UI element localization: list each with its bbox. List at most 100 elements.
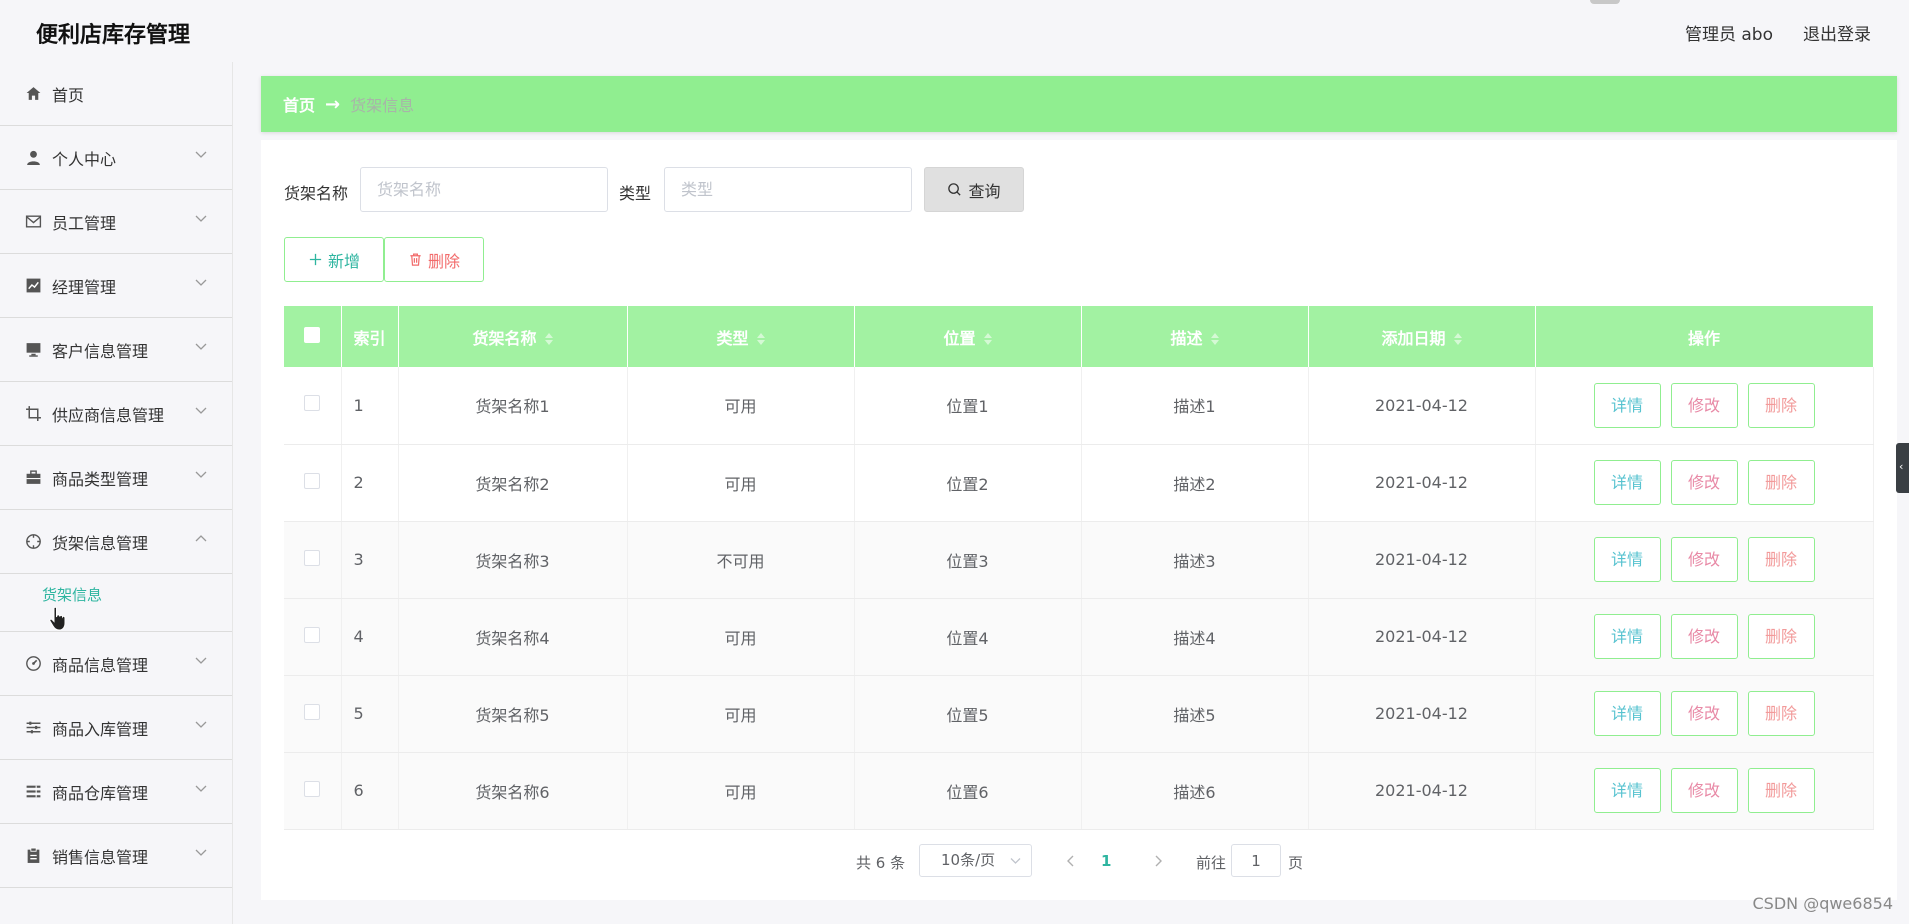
- sidebar-item-label: 客户信息管理: [52, 341, 149, 361]
- select-all-cell: [284, 306, 342, 367]
- cell-location: 位置4: [854, 598, 1082, 676]
- cell-index: 6: [341, 752, 399, 830]
- cell-name: 货架名称5: [398, 675, 628, 753]
- edit-button[interactable]: 修改: [1670, 614, 1738, 659]
- edit-button[interactable]: 修改: [1670, 537, 1738, 582]
- detail-button[interactable]: 详情: [1593, 768, 1661, 813]
- row-delete-button[interactable]: 删除: [1747, 768, 1815, 813]
- cell-index: 5: [341, 675, 399, 753]
- table-row: 5 货架名称5 可用 位置5 描述5 2021-04-12 详情 修改 删除: [284, 675, 1874, 753]
- cell-type: 可用: [627, 367, 855, 445]
- sort-icon: [544, 333, 553, 345]
- sidebar-item-shelves[interactable]: 货架信息管理: [0, 510, 232, 574]
- table-header-row: 索引 货架名称 类型 位置 描述 添加日期 操作: [284, 306, 1874, 367]
- row-checkbox[interactable]: [304, 703, 321, 720]
- edit-button[interactable]: 修改: [1670, 768, 1738, 813]
- goto-page-input[interactable]: [1231, 844, 1281, 877]
- row-checkbox[interactable]: [304, 780, 321, 797]
- goto-label: 前往: [1196, 854, 1227, 872]
- chevron-down-icon: [195, 279, 207, 286]
- sidebar-item-profile[interactable]: 个人中心: [0, 126, 232, 190]
- chevron-down-icon: [195, 471, 207, 478]
- edit-button[interactable]: 修改: [1670, 460, 1738, 505]
- sidebar-item-sales[interactable]: 销售信息管理: [0, 824, 232, 888]
- top-bar: 便利店库存管理 管理员 abo 退出登录: [0, 0, 1909, 62]
- row-delete-button[interactable]: 删除: [1747, 614, 1815, 659]
- column-header-date[interactable]: 添加日期: [1308, 306, 1536, 367]
- sidebar-item-customers[interactable]: 客户信息管理: [0, 318, 232, 382]
- breadcrumb-home-link[interactable]: 首页: [283, 92, 315, 116]
- row-checkbox[interactable]: [304, 395, 321, 412]
- column-header-desc[interactable]: 描述: [1081, 306, 1309, 367]
- edit-button[interactable]: 修改: [1670, 691, 1738, 736]
- cell-actions: 详情 修改 删除: [1535, 598, 1874, 676]
- row-checkbox[interactable]: [304, 626, 321, 643]
- sidebar-item-home[interactable]: 首页: [0, 62, 232, 126]
- row-delete-button[interactable]: 删除: [1747, 691, 1815, 736]
- detail-button[interactable]: 详情: [1593, 382, 1661, 428]
- row-checkbox[interactable]: [304, 549, 321, 566]
- cell-desc: 描述3: [1081, 521, 1309, 599]
- prev-page-icon[interactable]: [1063, 851, 1079, 871]
- cell-location: 位置1: [854, 367, 1082, 445]
- type-input[interactable]: [664, 167, 912, 212]
- cell-location: 位置5: [854, 675, 1082, 753]
- cell-index: 3: [341, 521, 399, 599]
- detail-button[interactable]: 详情: [1593, 614, 1661, 659]
- chart-icon: [24, 277, 42, 295]
- cell-date: 2021-04-12: [1308, 367, 1536, 445]
- cell-desc: 描述4: [1081, 598, 1309, 676]
- column-header-type[interactable]: 类型: [627, 306, 855, 367]
- detail-button[interactable]: 详情: [1593, 537, 1661, 582]
- sidebar-item-warehouse[interactable]: 商品仓库管理: [0, 760, 232, 824]
- sort-icon: [1210, 333, 1219, 345]
- batch-delete-button[interactable]: 删除: [384, 237, 484, 282]
- cell-name: 货架名称3: [398, 521, 628, 599]
- column-header-label: 描述: [1170, 328, 1203, 348]
- row-delete-button[interactable]: 删除: [1747, 460, 1815, 505]
- row-select-cell: [284, 521, 342, 599]
- query-button[interactable]: 查询: [924, 167, 1024, 212]
- column-header-location[interactable]: 位置: [854, 306, 1082, 367]
- page-size-value: 10条/页: [941, 851, 996, 869]
- chevron-down-icon: [195, 721, 207, 728]
- detail-button[interactable]: 详情: [1593, 460, 1661, 505]
- next-page-icon[interactable]: [1150, 851, 1166, 871]
- add-button[interactable]: 新增: [284, 237, 384, 282]
- row-delete-button[interactable]: 删除: [1747, 537, 1815, 582]
- breadcrumb-arrow-icon: →: [325, 93, 341, 115]
- shelf-name-input[interactable]: [360, 167, 608, 212]
- sidebar-item-suppliers[interactable]: 供应商信息管理: [0, 382, 232, 446]
- sidebar-item-staff[interactable]: 员工管理: [0, 190, 232, 254]
- logout-button[interactable]: 退出登录: [1803, 20, 1871, 45]
- column-header-label: 货架名称: [472, 328, 537, 348]
- chevron-down-icon: [195, 215, 207, 222]
- sidebar-item-stock-in[interactable]: 商品入库管理: [0, 696, 232, 760]
- page-size-select[interactable]: 10条/页: [919, 844, 1032, 877]
- plus-icon: [309, 253, 322, 266]
- sidebar-item-products[interactable]: 商品信息管理: [0, 632, 232, 696]
- app-title: 便利店库存管理: [36, 23, 191, 48]
- sidebar-item-label: 货架信息管理: [52, 533, 149, 553]
- side-panel-toggle[interactable]: ‹: [1896, 443, 1909, 493]
- cell-desc: 描述5: [1081, 675, 1309, 753]
- sidebar-subitem-shelf-info[interactable]: 货架信息: [42, 584, 102, 605]
- sort-icon: [1453, 333, 1462, 345]
- detail-button[interactable]: 详情: [1593, 691, 1661, 736]
- row-delete-button[interactable]: 删除: [1747, 382, 1815, 428]
- edit-button[interactable]: 修改: [1670, 382, 1738, 428]
- gauge-icon: [24, 655, 42, 673]
- row-checkbox[interactable]: [304, 472, 321, 489]
- column-header-name[interactable]: 货架名称: [398, 306, 628, 367]
- sidebar-item-managers[interactable]: 经理管理: [0, 254, 232, 318]
- cell-type: 可用: [627, 598, 855, 676]
- content-card: 货架名称 类型 查询 新增 删除 索引 货架名称 类型 位置 描述 添加日期 操…: [261, 140, 1897, 900]
- page-number-current[interactable]: 1: [1101, 852, 1111, 870]
- select-all-checkbox[interactable]: [304, 326, 321, 343]
- cell-name: 货架名称4: [398, 598, 628, 676]
- table-row: 6 货架名称6 可用 位置6 描述6 2021-04-12 详情 修改 删除: [284, 752, 1874, 830]
- breadcrumb: 首页 → 货架信息: [261, 76, 1897, 132]
- shelf-name-label: 货架名称: [284, 184, 349, 203]
- sidebar-item-product-types[interactable]: 商品类型管理: [0, 446, 232, 510]
- sidebar-item-label: 个人中心: [52, 149, 117, 169]
